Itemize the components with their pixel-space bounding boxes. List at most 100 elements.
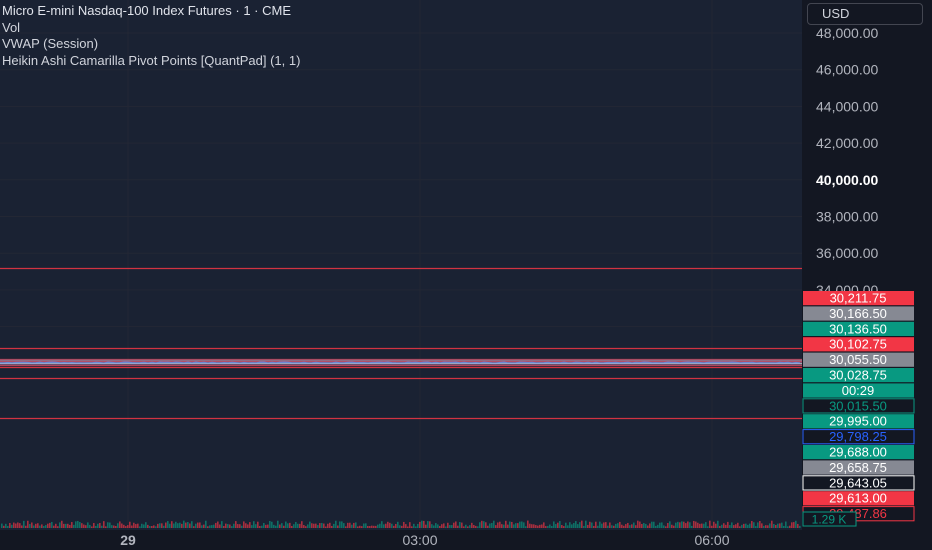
volume-bar <box>631 524 633 528</box>
volume-bar <box>709 520 711 528</box>
volume-bar <box>613 525 615 528</box>
volume-bar <box>521 521 523 528</box>
volume-bar <box>523 522 525 528</box>
volume-bar <box>481 520 483 528</box>
chart-canvas[interactable]: 48,000.00 46,000.00 44,000.00 42,000.00 40,0… <box>0 0 932 550</box>
volume-bar <box>95 525 97 528</box>
volume-bar <box>165 522 167 528</box>
volume-bar <box>181 523 183 528</box>
volume-bar <box>171 521 173 528</box>
volume-bar <box>355 522 357 528</box>
volume-bar <box>763 525 765 528</box>
volume-bar <box>263 522 265 528</box>
volume-bar <box>35 523 37 528</box>
volume-bar <box>47 523 49 528</box>
volume-bar <box>421 520 423 528</box>
volume-bar <box>351 524 353 528</box>
indicator-vwap[interactable]: VWAP (Session) <box>2 36 300 53</box>
volume-bar <box>787 526 789 528</box>
volume-bar <box>349 522 351 528</box>
volume-bar <box>43 526 45 528</box>
volume-bar <box>383 524 385 528</box>
volume-bar <box>743 523 745 528</box>
volume-bar <box>253 521 255 528</box>
volume-bar <box>779 523 781 528</box>
currency-button[interactable]: USD <box>807 3 923 25</box>
volume-bar <box>339 521 341 528</box>
volume-bar <box>237 524 239 528</box>
symbol-title[interactable]: Micro E-mini Nasdaq-100 Index Futures · … <box>2 3 300 20</box>
volume-bar <box>503 524 505 528</box>
volume-bar <box>313 523 315 528</box>
volume-bar <box>245 523 247 528</box>
volume-bar <box>435 523 437 528</box>
volume-bar <box>411 526 413 528</box>
volume-bar <box>71 522 73 528</box>
volume-bar <box>319 523 321 528</box>
volume-bar <box>367 525 369 528</box>
volume-bar <box>279 524 281 528</box>
y-tick-label: 40,000.00 <box>816 172 878 188</box>
volume-bar <box>753 522 755 528</box>
volume-bar <box>567 525 569 528</box>
volume-bar <box>243 521 245 528</box>
volume-bar <box>127 525 129 528</box>
volume-bar <box>475 525 477 528</box>
volume-bar <box>431 524 433 528</box>
volume-bar <box>491 523 493 528</box>
volume-bar <box>17 522 19 528</box>
volume-bar <box>113 525 115 528</box>
volume-bar <box>547 525 549 528</box>
volume-bar <box>453 522 455 528</box>
volume-bar <box>647 525 649 528</box>
volume-bar <box>605 522 607 528</box>
volume-bar <box>341 521 343 528</box>
volume-bar <box>109 522 111 528</box>
volume-bar <box>369 526 371 528</box>
price-series <box>0 361 802 365</box>
volume-bar <box>635 525 637 528</box>
volume-bar <box>439 525 441 528</box>
volume-bar <box>321 522 323 528</box>
volume-bar <box>721 524 723 528</box>
time-axis-background[interactable] <box>0 530 932 550</box>
volume-bar <box>345 526 347 528</box>
volume-bar <box>297 523 299 528</box>
volume-bar <box>507 524 509 528</box>
volume-bar <box>323 523 325 528</box>
volume-bar <box>391 523 393 528</box>
volume-bar <box>81 523 83 528</box>
volume-bar <box>527 520 529 528</box>
volume-bar <box>97 523 99 528</box>
volume-bar <box>409 522 411 528</box>
volume-bar <box>69 524 71 528</box>
volume-bar <box>207 526 209 528</box>
volume-bar <box>451 525 453 528</box>
volume-bar <box>701 523 703 528</box>
volume-bar <box>583 525 585 528</box>
volume-bar <box>499 521 501 528</box>
volume-bar <box>789 525 791 528</box>
volume-bar <box>579 522 581 528</box>
volume-bar <box>739 526 741 528</box>
volume-bar <box>775 525 777 528</box>
volume-bar <box>587 524 589 528</box>
volume-bar <box>195 523 197 528</box>
volume-bar <box>585 520 587 528</box>
volume-bar <box>619 521 621 528</box>
x-tick-label: 06:00 <box>694 532 729 548</box>
indicator-volume[interactable]: Vol <box>2 20 300 37</box>
volume-bar <box>287 523 289 528</box>
volume-bar <box>39 525 41 528</box>
volume-bar <box>509 521 511 528</box>
volume-bar <box>793 522 795 528</box>
volume-bar <box>683 521 685 528</box>
indicator-camarilla-pivots[interactable]: Heikin Ashi Camarilla Pivot Points [Quan… <box>2 53 300 70</box>
volume-bar <box>675 522 677 528</box>
volume-bar <box>477 526 479 528</box>
volume-bar <box>147 524 149 528</box>
volume-bar <box>361 526 363 528</box>
volume-bar <box>49 522 51 528</box>
volume-bar <box>247 524 249 528</box>
volume-bar <box>67 523 69 528</box>
